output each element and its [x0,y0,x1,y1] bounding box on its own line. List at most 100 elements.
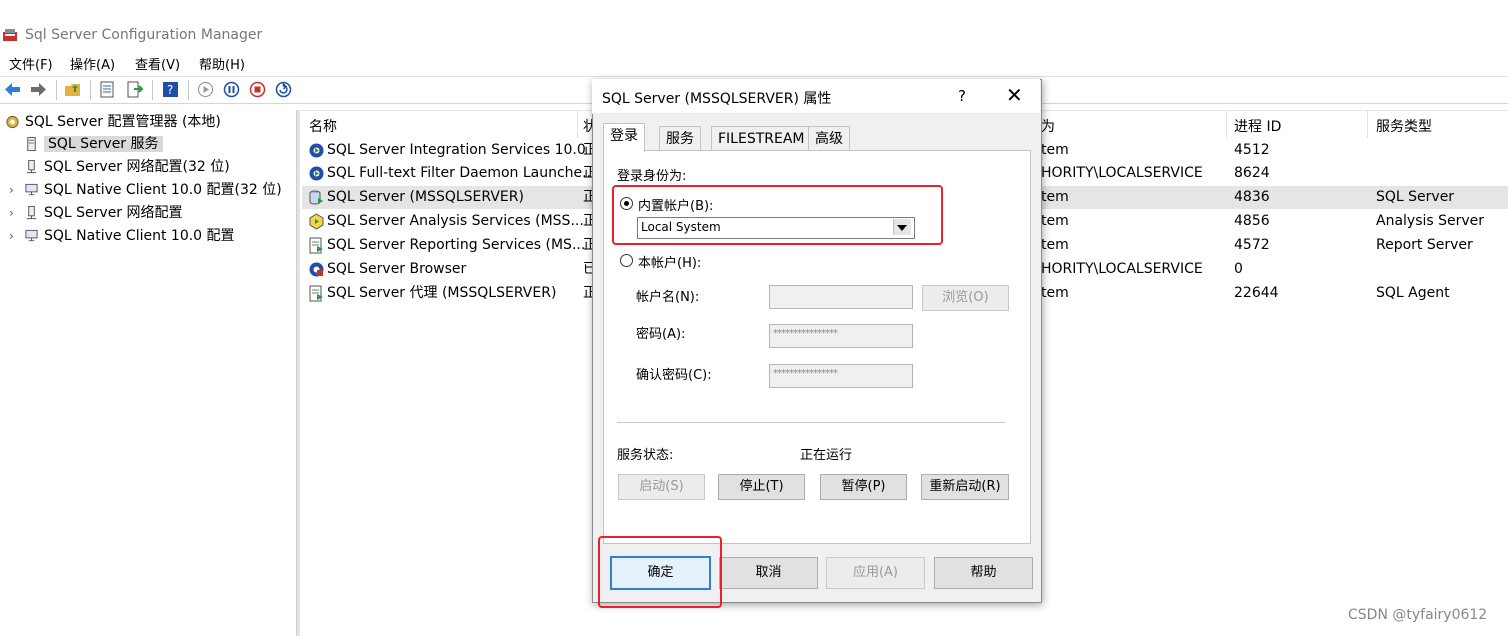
expand-chevron-icon[interactable]: › [9,206,14,220]
up-folder-icon[interactable] [64,81,81,98]
sql-config-manager-icon [3,29,17,41]
help-button[interactable]: 帮助 [934,557,1033,589]
service-type: Analysis Server [1376,213,1485,229]
service-pid: 4512 [1234,142,1270,158]
service-name: SQL Server Reporting Services (MS... [327,237,586,253]
tree-item-label: SQL Server 网络配置 [44,205,183,221]
column-divider[interactable] [1226,110,1227,138]
service-logon: tem [1041,285,1069,301]
column-divider[interactable] [1367,110,1368,138]
toolbar-divider [56,80,57,100]
tree-item-network-config-32[interactable]: SQL Server 网络配置(32 位) [24,156,230,178]
column-header-logon[interactable]: 为 [1041,116,1055,136]
menu-action[interactable]: 操作(A) [70,54,115,73]
service-name: SQL Full-text Filter Daemon Launche... [327,165,596,181]
start-service-icon[interactable] [197,81,214,98]
menu-view[interactable]: 查看(V) [135,54,180,73]
dialog-close-icon[interactable]: ✕ [1006,83,1023,107]
service-type: Report Server [1376,237,1473,253]
dialog-title: SQL Server (MSSQLSERVER) 属性 [602,91,832,107]
sql-agent-icon [309,285,323,302]
restart-service-icon[interactable] [275,81,292,98]
highlight-box-builtin-account [612,185,943,245]
config-manager-gear-icon [6,115,19,129]
sql-server-db-icon [309,190,323,205]
service-type: SQL Agent [1376,285,1450,301]
properties-icon[interactable] [99,81,116,98]
service-logon: tem [1041,189,1069,205]
tree-item-label: SQL Server 网络配置(32 位) [44,159,230,175]
dialog-help-icon[interactable]: ? [958,87,966,105]
svg-text:?: ? [167,83,173,97]
highlight-box-ok-button [598,536,722,608]
service-name: SQL Server (MSSQLSERVER) [327,189,524,205]
service-pid: 0 [1234,261,1243,277]
toolbar-divider [90,80,91,100]
tab-service[interactable]: 服务 [659,126,701,151]
tab-filestream[interactable]: FILESTREAM [711,126,812,151]
confirm-password-label: 确认密码(C): [636,368,712,383]
this-account-label[interactable]: 本帐户(H): [638,252,701,271]
service-logon: HORITY\LOCALSERVICE [1041,165,1203,181]
account-name-field[interactable] [769,285,913,309]
confirm-password-field[interactable]: **************** [769,364,913,388]
network-config-icon [26,205,37,220]
column-header-name[interactable]: 名称 [309,116,337,136]
expand-chevron-icon[interactable]: › [9,183,14,197]
tree-root[interactable]: SQL Server 配置管理器 (本地) [5,111,221,133]
column-header-type[interactable]: 服务类型 [1376,116,1432,136]
stop-button[interactable]: 停止(T) [718,474,805,500]
service-name: SQL Server Integration Services 10.0 [327,142,586,158]
service-name: SQL Server 代理 (MSSQLSERVER) [327,285,557,301]
tree-item-network-config[interactable]: SQL Server 网络配置 [24,202,183,224]
tree-item-native-client[interactable]: SQL Native Client 10.0 配置 [24,225,235,247]
tab-logon[interactable]: 登录 [603,123,645,152]
browse-button[interactable]: 浏览(O) [922,285,1009,311]
divider [617,422,1005,423]
menu-help[interactable]: 帮助(H) [199,54,245,73]
service-pid: 4856 [1234,213,1270,229]
toolbar-divider [188,80,189,100]
reporting-services-icon [309,237,323,254]
expand-chevron-icon[interactable]: › [9,229,14,243]
service-logon: HORITY\LOCALSERVICE [1041,261,1203,277]
service-logon: tem [1041,142,1069,158]
column-header-pid[interactable]: 进程 ID [1234,116,1281,136]
service-pid: 22644 [1234,285,1279,301]
service-logon: tem [1041,237,1069,253]
tree-item-sql-server-services[interactable]: SQL Server 服务 [24,133,163,155]
pause-button[interactable]: 暂停(P) [820,474,907,500]
restart-button[interactable]: 重新启动(R) [921,474,1009,500]
client-computer-icon [25,183,38,196]
password-label: 密码(A): [636,327,686,342]
start-button[interactable]: 启动(S) [618,474,705,500]
service-stopped-icon [309,262,324,277]
analysis-services-icon [309,213,324,230]
tree-item-label: SQL Native Client 10.0 配置 [44,228,235,244]
tree-item-label: SQL Server 服务 [44,136,163,152]
watermark-text: CSDN @tyfairy0612 [1348,607,1488,623]
client-computer-icon [25,229,38,242]
server-icon [27,136,36,152]
tab-advanced[interactable]: 高级 [808,126,850,151]
tree-root-label: SQL Server 配置管理器 (本地) [25,114,221,130]
menu-file[interactable]: 文件(F) [9,54,53,73]
service-logon: tem [1041,213,1069,229]
stop-service-icon[interactable] [249,81,266,98]
password-field[interactable]: **************** [769,324,913,348]
pause-service-icon[interactable] [223,81,240,98]
forward-arrow-icon[interactable] [30,81,47,98]
column-divider[interactable] [577,110,578,138]
account-name-label: 帐户名(N): [636,290,700,305]
apply-button[interactable]: 应用(A) [826,557,925,589]
tree-item-native-client-32[interactable]: SQL Native Client 10.0 配置(32 位) [24,179,282,201]
toolbar-divider [152,80,153,100]
back-arrow-icon[interactable] [4,81,21,98]
cancel-button[interactable]: 取消 [719,557,818,589]
export-list-icon[interactable] [126,81,143,98]
window-title: Sql Server Configuration Manager [25,27,263,43]
service-type: SQL Server [1376,189,1455,205]
help-icon[interactable]: ? [162,81,179,98]
service-gear-icon [309,166,324,181]
this-account-radio[interactable] [620,254,633,267]
